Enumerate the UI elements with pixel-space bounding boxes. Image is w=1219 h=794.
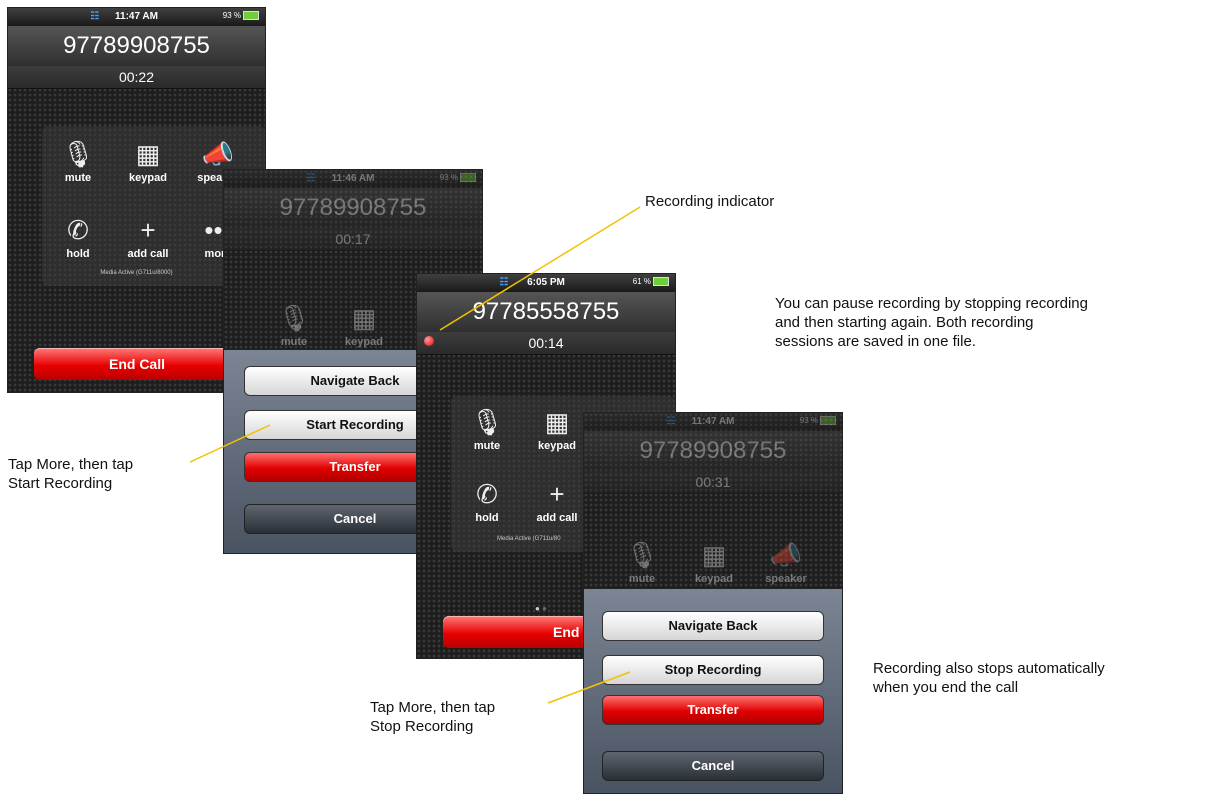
- call-timer: 00:17: [224, 228, 482, 251]
- add-call-button[interactable]: + add call: [523, 476, 591, 536]
- mic-muted-icon: 🎙: [61, 139, 95, 169]
- callout-start-recording: Tap More, then tap Start Recording: [8, 455, 133, 493]
- keypad-icon: ▦: [701, 540, 727, 570]
- battery-indicator: 93 %: [440, 173, 476, 183]
- battery-icon: [243, 11, 259, 21]
- mic-muted-icon: 🎙: [625, 540, 659, 570]
- call-timer: 00:14: [417, 332, 675, 355]
- mute-button[interactable]: 🎙 mute: [453, 404, 521, 464]
- status-bar: ☷ 6:05 PM 61 %: [417, 274, 675, 292]
- mute-button: 🎙 mute: [608, 537, 676, 597]
- callout-pause-recording: You can pause recording by stopping reco…: [775, 294, 1088, 351]
- callout-auto-stop: Recording also stops automatically when …: [873, 659, 1105, 697]
- callout-text: Recording indicator: [645, 193, 775, 210]
- phone-number: 97789908755: [8, 26, 265, 66]
- mic-muted-icon: 🎙: [277, 303, 311, 333]
- speaker-button: 📣 speaker: [752, 537, 820, 597]
- mute-button[interactable]: 🎙 mute: [44, 136, 112, 196]
- callout-line: and then starting again. Both recording: [775, 314, 1034, 331]
- callout-line: sessions are saved in one file.: [775, 333, 976, 350]
- battery-icon: [460, 173, 476, 183]
- call-screen-4: ☷ 11:47 AM 93 % 97789908755 00:31 🎙 mute …: [584, 413, 842, 793]
- keypad-button: ▦ keypad: [680, 537, 748, 597]
- hold-icon: ✆: [67, 215, 89, 245]
- callout-recording-indicator: Recording indicator: [645, 192, 774, 211]
- speaker-icon: 📣: [769, 540, 803, 570]
- status-bar: ☷ 11:47 AM 93 %: [584, 413, 842, 431]
- add-call-icon: +: [549, 479, 565, 509]
- keypad-button[interactable]: ▦ keypad: [114, 136, 182, 196]
- phone-number: 97789908755: [584, 431, 842, 471]
- keypad-icon: ▦: [544, 407, 570, 437]
- battery-indicator: 61 %: [633, 277, 669, 287]
- end-call-button[interactable]: End Call: [34, 348, 240, 380]
- callout-line: Stop Recording: [370, 718, 474, 735]
- stop-recording-button[interactable]: Stop Recording: [602, 655, 824, 685]
- action-sheet: Navigate Back Stop Recording Transfer Ca…: [584, 589, 842, 793]
- keypad-icon: ▦: [135, 139, 161, 169]
- callout-line: Recording also stops automatically: [873, 660, 1105, 677]
- battery-indicator: 93 %: [223, 11, 259, 21]
- phone-number: 97785558755: [417, 292, 675, 332]
- speaker-icon: 📣: [201, 139, 235, 169]
- callout-line: You can pause recording by stopping reco…: [775, 295, 1088, 312]
- callout-line: Tap More, then tap: [370, 699, 496, 716]
- hold-button[interactable]: ✆ hold: [453, 476, 521, 536]
- keypad-icon: ▦: [351, 303, 377, 333]
- status-bar: ☷ 11:47 AM 93 %: [8, 8, 265, 26]
- recording-indicator-icon: [424, 336, 434, 346]
- callout-line: when you end the call: [873, 679, 1019, 696]
- call-timer: 00:22: [8, 66, 265, 89]
- call-timer: 00:31: [584, 471, 842, 494]
- keypad-button[interactable]: ▦ keypad: [523, 404, 591, 464]
- callout-line: Start Recording: [8, 475, 113, 492]
- page-indicator-dots: ● ●: [535, 604, 547, 613]
- mic-muted-icon: 🎙: [470, 407, 504, 437]
- callout-line: Tap More, then tap: [8, 456, 134, 473]
- navigate-back-button[interactable]: Navigate Back: [602, 611, 824, 641]
- transfer-button[interactable]: Transfer: [602, 695, 824, 725]
- add-call-button[interactable]: + add call: [114, 212, 182, 272]
- phone-number: 97789908755: [224, 188, 482, 228]
- hold-icon: ✆: [476, 479, 498, 509]
- battery-indicator: 93 %: [800, 416, 836, 426]
- cancel-button[interactable]: Cancel: [602, 751, 824, 781]
- hold-button[interactable]: ✆ hold: [44, 212, 112, 272]
- battery-icon: [820, 416, 836, 426]
- add-call-icon: +: [140, 215, 156, 245]
- callout-stop-recording: Tap More, then tap Stop Recording: [370, 698, 495, 736]
- battery-icon: [653, 277, 669, 287]
- status-bar: ☷ 11:46 AM 93 %: [224, 170, 482, 188]
